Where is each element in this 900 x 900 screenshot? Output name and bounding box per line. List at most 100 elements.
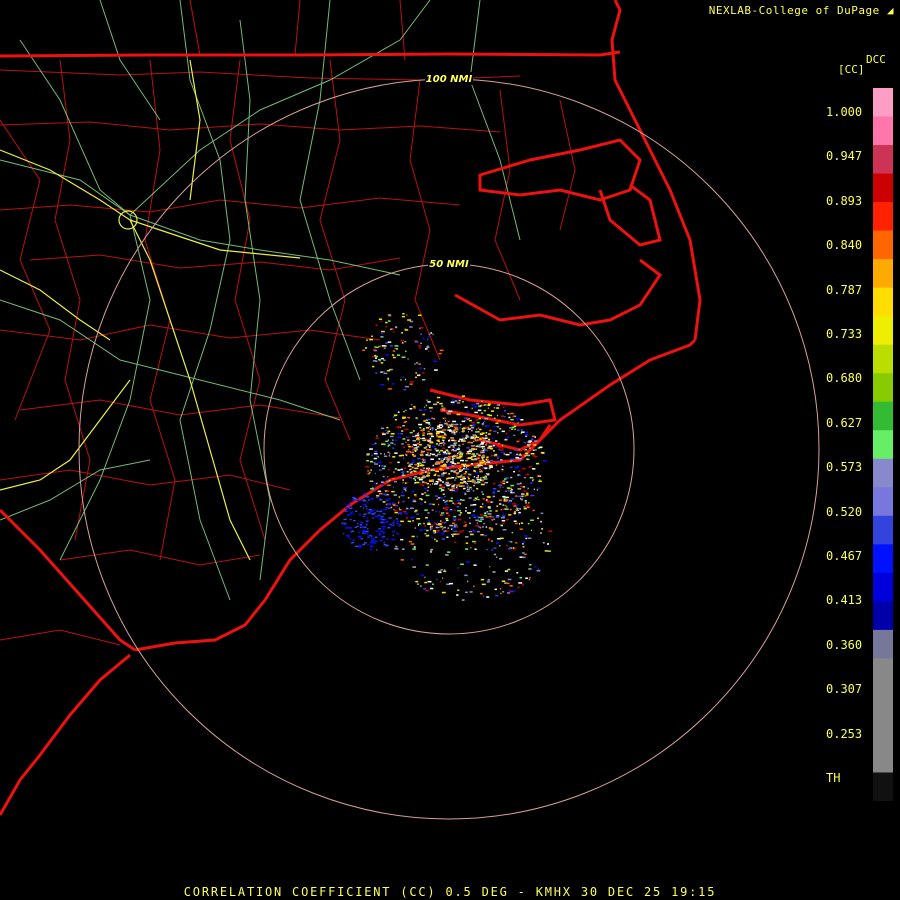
echo-pixel [434,538,436,541]
echo-pixel [434,495,439,497]
echo-pixel [363,526,367,529]
echo-pixel [492,571,496,573]
echo-pixel [516,504,519,506]
echo-pixel [481,456,485,458]
echo-pixel [510,541,513,543]
echo-pixel [374,360,378,363]
echo-pixel [452,446,455,448]
echo-pixel [424,487,428,489]
echo-pixel [488,467,491,470]
echo-pixel [425,517,428,519]
echo-pixel [445,506,449,509]
echo-pixel [530,453,535,455]
echo-pixel [465,437,468,440]
echo-pixel [529,477,534,479]
echo-pixel [453,530,458,533]
echo-pixel [405,409,407,412]
echo-pixel [453,503,457,505]
county-lines [0,0,576,646]
credit-label: NEXLAB-College of DuPage ◢ [708,4,894,17]
echo-pixel [478,468,482,471]
echo-pixel [371,443,375,446]
echo-pixel [374,346,376,348]
echo-pixel [493,454,497,457]
echo-pixel [509,423,513,425]
echo-pixel [452,522,455,524]
echo-pixel [512,503,517,505]
echo-pixel [421,458,425,461]
echo-pixel [513,470,515,473]
echo-pixel [397,432,400,435]
echo-pixel [462,476,466,478]
echo-pixel [501,515,506,517]
echo-pixel [446,451,450,453]
echo-pixel [499,503,502,505]
echo-pixel [496,505,499,507]
echo-pixel [507,436,510,438]
echo-pixel [428,454,431,457]
echo-pixel [381,431,385,434]
echo-pixel [402,473,404,475]
echo-pixel [427,433,429,435]
echo-pixel [393,494,397,496]
echo-pixel [425,494,430,497]
echo-pixel [400,520,404,523]
echo-pixel [525,486,527,488]
echo-pixel [500,517,505,519]
echo-pixel [451,403,455,405]
echo-pixel [393,509,397,512]
echo-pixel [467,476,470,478]
echo-pixel [413,448,416,450]
echo-pixel [440,490,443,492]
echo-pixel [374,463,378,465]
echo-pixel [418,524,419,526]
echo-pixel [414,494,417,496]
echo-pixel [518,474,521,477]
echo-pixel [402,479,404,481]
echo-pixel [434,448,437,450]
echo-pixel [467,411,469,413]
echo-pixel [523,506,526,508]
echo-pixel [400,538,404,541]
echo-pixel [493,518,495,520]
echo-pixel [455,488,459,490]
echo-pixel [392,447,395,449]
echo-pixel [533,488,535,491]
colorbar-tick-label: TH [826,771,841,785]
echo-pixel [380,336,384,338]
echo-pixel [461,469,463,471]
echo-pixel [449,509,452,512]
echo-pixel [479,526,482,529]
echo-pixel [448,463,452,466]
echo-pixel [385,429,387,432]
echo-pixel [486,425,490,427]
echo-pixel [419,409,422,411]
echo-pixel [493,417,496,420]
echo-pixel [396,533,400,535]
echo-pixel [359,537,362,540]
echo-pixel [441,409,446,411]
colorbar-tick-label: 0.253 [826,726,863,741]
echo-pixel [423,428,425,430]
echo-pixel [346,535,350,537]
echo-pixel [426,529,429,532]
echo-pixel [521,431,525,433]
echo-pixel [468,450,472,453]
echo-pixel [379,469,382,471]
echo-pixel [504,499,509,501]
echo-pixel [429,480,433,482]
colorbar-swatch [873,715,893,745]
echo-pixel [431,441,433,443]
echo-pixel [419,327,424,329]
echo-pixel [477,427,479,429]
colorbar-tick-label: 0.360 [826,637,863,652]
echo-pixel [344,523,347,526]
echo-pixel [451,457,456,460]
echo-pixel [367,509,370,512]
echo-pixel [519,577,522,579]
echo-pixel [369,546,372,548]
echo-pixel [441,533,445,535]
echo-pixel [475,439,478,442]
echo-pixel [483,478,488,480]
echo-pixel [525,537,527,540]
